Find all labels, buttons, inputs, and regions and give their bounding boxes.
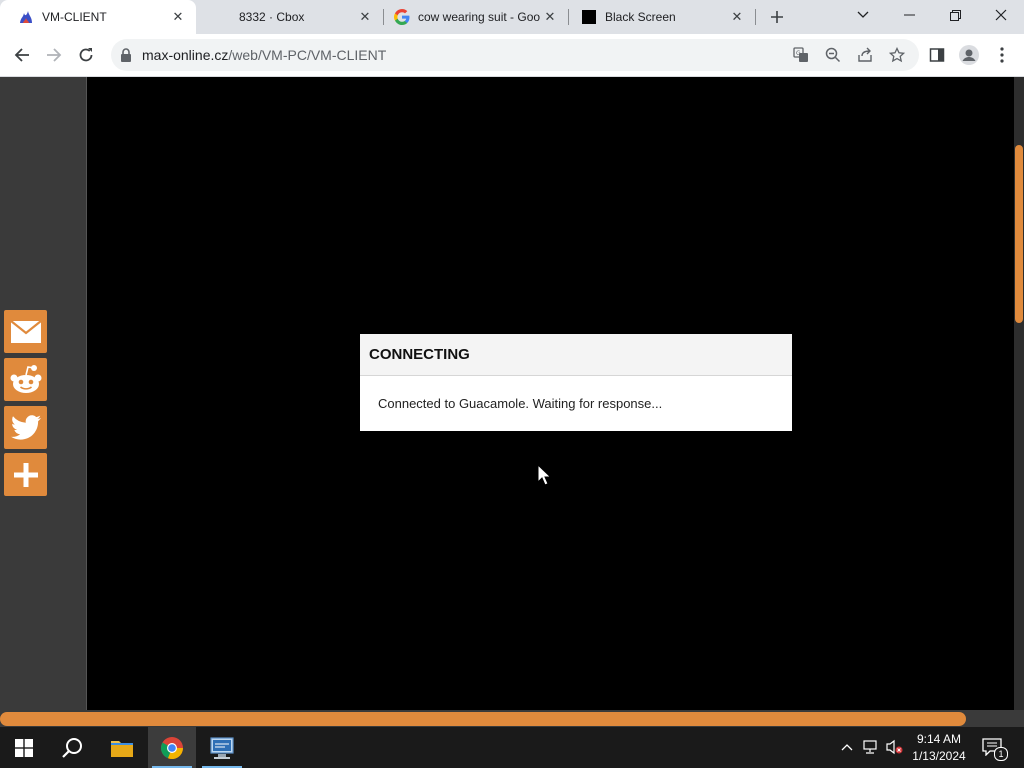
tab-google-search[interactable]: cow wearing suit - Goo ✕ (384, 0, 568, 34)
close-tab-icon[interactable]: ✕ (729, 9, 745, 25)
mouse-cursor-icon (537, 464, 551, 486)
chrome-icon (160, 736, 184, 759)
zoom-out-icon[interactable] (824, 46, 842, 64)
file-explorer-button[interactable] (98, 727, 146, 768)
back-button[interactable] (8, 41, 36, 69)
network-icon[interactable] (862, 738, 880, 756)
browser-menu-icon[interactable] (992, 45, 1012, 65)
black-square-icon (581, 9, 597, 25)
restore-button[interactable] (932, 0, 978, 30)
new-tab-button[interactable] (765, 5, 789, 29)
arrow-right-icon (47, 48, 62, 62)
system-clock[interactable]: 9:14 AM 1/13/2024 (908, 731, 970, 765)
windows-taskbar: 9:14 AM 1/13/2024 1 (0, 727, 1024, 768)
windows-logo-icon (15, 738, 33, 757)
share-twitter-button[interactable] (4, 406, 47, 449)
url-path: /web/VM-PC/VM-CLIENT (228, 47, 387, 63)
tab-search-button[interactable] (840, 0, 886, 30)
reload-button[interactable] (72, 41, 100, 69)
avatar-icon (959, 45, 979, 65)
share-email-button[interactable] (4, 310, 47, 353)
plus-icon (13, 462, 38, 487)
url-host: max-online.cz (142, 47, 229, 63)
horizontal-scrollbar[interactable] (0, 710, 1024, 727)
profile-avatar[interactable] (959, 45, 979, 65)
guacamole-icon (18, 9, 34, 25)
tab-strip: VM-CLIENT ✕ 8332 · Cbox ✕ cow wearing su… (0, 0, 1024, 34)
share-icon[interactable] (856, 46, 874, 64)
remote-desktop-button[interactable] (198, 727, 246, 768)
minimize-icon (903, 14, 915, 16)
reddit-icon (10, 364, 41, 393)
tab-title: VM-CLIENT (42, 10, 107, 24)
blank-favicon-icon (215, 9, 231, 25)
vertical-scrollbar-thumb[interactable] (1015, 145, 1023, 323)
plus-icon (771, 11, 783, 23)
clock-time: 9:14 AM (916, 732, 962, 746)
connecting-dialog: CONNECTING Connected to Guacamole. Waiti… (360, 334, 792, 431)
close-tab-icon[interactable]: ✕ (542, 9, 558, 25)
close-window-button[interactable] (978, 0, 1024, 30)
tab-black-screen[interactable]: Black Screen ✕ (569, 0, 755, 34)
browser-toolbar: max-online.cz/web/VM-PC/VM-CLIENT G (0, 34, 1024, 77)
web-page: CONNECTING Connected to Guacamole. Waiti… (0, 77, 1024, 710)
dialog-title: CONNECTING (360, 334, 792, 376)
show-hidden-icons-chevron-icon[interactable] (838, 738, 856, 756)
start-button[interactable] (0, 727, 48, 768)
email-icon (9, 319, 42, 343)
reload-icon (79, 48, 93, 62)
share-reddit-button[interactable] (4, 358, 47, 401)
chevron-down-icon (857, 11, 869, 18)
translate-icon[interactable]: G (792, 46, 810, 64)
notification-count-badge: 1 (994, 747, 1008, 761)
close-tab-icon[interactable]: ✕ (357, 9, 373, 25)
forward-button[interactable] (40, 41, 68, 69)
tab-title: cow wearing suit - Goo (418, 10, 541, 24)
close-tab-icon[interactable]: ✕ (170, 9, 186, 25)
lock-icon[interactable] (120, 48, 132, 65)
clock-date: 1/13/2024 (912, 749, 966, 763)
url-text: max-online.cz/web/VM-PC/VM-CLIENT (142, 47, 386, 63)
tab-vm-client[interactable]: VM-CLIENT ✕ (0, 0, 196, 34)
tab-cbox[interactable]: 8332 · Cbox ✕ (197, 0, 383, 34)
dialog-message: Connected to Guacamole. Waiting for resp… (378, 396, 663, 411)
address-bar[interactable]: max-online.cz/web/VM-PC/VM-CLIENT G (111, 39, 919, 71)
svg-text:G: G (796, 50, 801, 57)
twitter-icon (10, 414, 41, 440)
folder-icon (111, 740, 133, 757)
star-icon[interactable] (888, 46, 906, 64)
side-panel-icon[interactable] (927, 45, 947, 65)
tab-separator (755, 9, 756, 25)
google-icon (394, 9, 410, 25)
search-icon (62, 737, 82, 758)
restore-icon (949, 9, 961, 21)
minimize-button[interactable] (886, 0, 932, 30)
search-button[interactable] (48, 727, 96, 768)
horizontal-scrollbar-thumb[interactable] (0, 712, 966, 726)
volume-muted-icon[interactable] (886, 738, 904, 756)
remote-desktop-icon (210, 736, 234, 759)
tab-title: Black Screen (605, 10, 676, 24)
chrome-taskbar-button[interactable] (148, 727, 196, 768)
arrow-left-icon (14, 48, 29, 62)
close-icon (995, 9, 1007, 21)
share-more-button[interactable] (4, 453, 47, 496)
tab-title: 8332 · Cbox (239, 10, 305, 24)
